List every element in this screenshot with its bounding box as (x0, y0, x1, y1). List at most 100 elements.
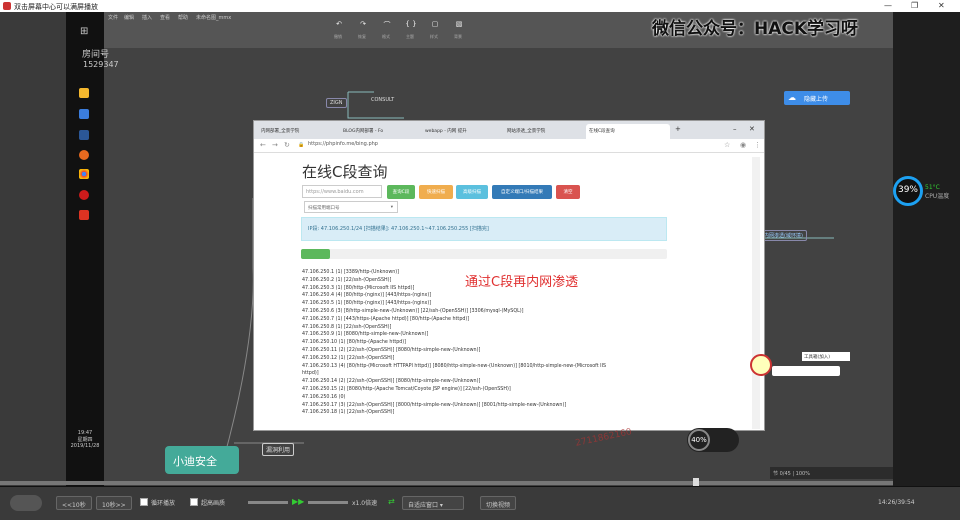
result-row: 47.106.250.12 (1) [22/ssh-(OpenSSH)] (302, 355, 395, 361)
theme-label: 主题 (406, 34, 414, 39)
tab-2[interactable]: BLOG内网部署 - Fo (340, 124, 420, 139)
switch-video-button[interactable]: 切换视频 (480, 496, 517, 510)
browser-minimize-icon[interactable]: – (732, 124, 742, 139)
fast-scan-button[interactable]: 快速扫描 (419, 185, 453, 199)
window-title: 双击屏幕中心可以满屏播放 (14, 3, 98, 11)
page-scrollbar[interactable] (752, 157, 760, 429)
new-tab-icon[interactable]: + (674, 124, 684, 139)
fit-select[interactable]: 自适应窗口 ▾ (402, 496, 464, 510)
hd-checkbox[interactable] (190, 498, 198, 506)
toolbox-tip: 工具箱(加入) (802, 352, 850, 361)
app-icon (3, 2, 11, 10)
speed-icon: ▶▶ (292, 497, 305, 506)
adv-scan-button[interactable]: 高级扫描 (456, 185, 488, 199)
speed-slider[interactable] (308, 501, 348, 504)
results-list: 47.106.250.1 (1) [3389/http-(Unknown)] 47… (302, 269, 670, 417)
tab-1[interactable]: 内网部署_全景学院 (258, 124, 338, 139)
back-icon[interactable]: ← (260, 141, 266, 149)
zoom-bar: 节 0/45 | 100% (770, 467, 893, 479)
query-button[interactable]: 查询C段 (387, 185, 415, 199)
chevron-down-icon: ▾ (390, 205, 393, 210)
mm-node-exploit[interactable]: 漏洞利用 (262, 443, 295, 456)
page-heading: 在线C段查询 (302, 163, 388, 181)
result-row: 47.106.250.9 (1) [8080/http-simple-new-(… (302, 332, 429, 338)
taskbar-clock: 19:47 星期四 2019/11/28 (66, 350, 104, 449)
result-row: 47.106.250.10 (1) [80/http-(Apache httpd… (302, 340, 407, 346)
maximize-icon[interactable]: ❐ (911, 1, 918, 10)
redo-icon[interactable]: ↷ (356, 20, 370, 30)
fit-select-label: 自适应窗口 (408, 502, 439, 509)
app-np-icon[interactable] (79, 130, 89, 140)
format-icon[interactable]: ⌒ (380, 20, 394, 30)
tab-bar: 内网部署_全景学院 BLOG内网部署 - Fo webapp - 内网 提升 网… (254, 121, 764, 139)
info-alert: IP段: 47.106.250.1/24 [扫描结果]: 47.106.250.… (301, 217, 667, 241)
browser-close-icon[interactable]: ✕ (748, 124, 758, 139)
result-row: 47.106.250.14 (2) [22/ssh-(OpenSSH)] [80… (302, 379, 481, 385)
menu-help[interactable]: 帮助 (178, 14, 188, 21)
mm-node-side[interactable]: 内网渗透(域环境) (760, 230, 807, 241)
menu-icon[interactable]: ⋮ (754, 141, 761, 149)
menu-insert[interactable]: 插入 (142, 14, 152, 21)
upload-button[interactable]: ☁ 隐藏上传 (784, 91, 850, 105)
star-icon[interactable]: ☆ (724, 141, 730, 149)
start-icon[interactable]: ⊞ (80, 26, 88, 37)
url-field[interactable]: https://phpinfo.me/bing.php (308, 141, 378, 147)
fwd-10-button[interactable]: 10秒>> (96, 496, 132, 510)
close-icon[interactable]: ✕ (938, 1, 945, 10)
scan-progress (301, 249, 667, 259)
redo-label: 恢复 (358, 34, 366, 39)
mm-root-node[interactable]: 小迪安全 (165, 446, 239, 474)
app-orange-icon[interactable] (79, 150, 89, 160)
right-margin (893, 12, 960, 486)
seek-bar[interactable] (0, 481, 893, 485)
avatar[interactable] (750, 354, 772, 376)
fit-icon: ⇄ (388, 497, 395, 506)
reload-icon[interactable]: ↻ (284, 141, 290, 149)
lock-icon: 🔒 (298, 142, 305, 148)
mm-node-consult[interactable]: CONSULT (368, 96, 397, 104)
bg-icon[interactable]: ▧ (452, 20, 466, 30)
tab-4[interactable]: 网站渗透_全景学院 (504, 124, 584, 139)
playback-time: 14:26/39:54 (878, 499, 915, 506)
style-icon[interactable]: ▢ (428, 20, 442, 30)
undo-label: 撤销 (334, 34, 342, 39)
room-number: 1529347 (83, 60, 119, 69)
forward-icon[interactable]: → (272, 141, 278, 149)
custom-port-button[interactable]: 自定义端口/扫描结果 (492, 185, 552, 199)
account-icon[interactable]: ◉ (740, 141, 746, 149)
toolbox-bar[interactable] (772, 366, 840, 376)
undo-icon[interactable]: ↶ (332, 20, 346, 30)
result-row: 47.106.250.18 (1) [22/ssh-(OpenSSH)] (302, 410, 395, 416)
cpu-temp-label: CPU温度 (925, 193, 950, 200)
floating-toolbox[interactable]: 工具箱(加入) (750, 352, 850, 380)
target-input[interactable]: https://www.baidu.com (302, 185, 382, 198)
address-bar: ← → ↻ 🔒 https://phpinfo.me/bing.php ☆ ◉ … (254, 139, 764, 153)
app-blue-icon[interactable] (79, 109, 89, 119)
clear-button[interactable]: 清空 (556, 185, 580, 199)
menu-file[interactable]: 文件 (108, 14, 118, 21)
chrome-icon[interactable] (79, 169, 89, 179)
result-row: 47.106.250.8 (1) [22/ssh-(OpenSSH)] (302, 324, 392, 330)
watermark: 微信公众号：HACK学习呀 (652, 19, 859, 39)
opera-icon[interactable] (79, 190, 89, 200)
volume-slider[interactable] (248, 501, 288, 504)
back-10-button[interactable]: <<10秒 (56, 496, 92, 510)
format-label: 格式 (382, 34, 390, 39)
play-toggle[interactable] (10, 495, 42, 511)
menu-edit[interactable]: 编辑 (124, 14, 134, 21)
loop-label: 循环播放 (151, 500, 176, 507)
speed-label: x1.0倍速 (352, 500, 378, 507)
loop-checkbox[interactable] (140, 498, 148, 506)
bg-label: 背景 (454, 34, 462, 39)
mm-node-zign[interactable]: ZIGN (326, 98, 347, 108)
port-select[interactable]: 扫描常用端口号 ▾ (304, 201, 398, 213)
theme-icon[interactable]: { } (404, 20, 418, 30)
tab-active[interactable]: 在线C段查询 (586, 124, 670, 139)
minimize-icon[interactable]: — (884, 1, 892, 10)
result-row: 47.106.250.16 (0) (302, 394, 346, 400)
result-row: 47.106.250.7 (1) [443/https-(Apache http… (302, 316, 470, 322)
tab-3[interactable]: webapp - 内网 提升 (422, 124, 502, 139)
app-red-icon[interactable] (79, 210, 89, 220)
menu-view[interactable]: 查看 (160, 14, 170, 21)
explorer-icon[interactable] (79, 88, 89, 98)
